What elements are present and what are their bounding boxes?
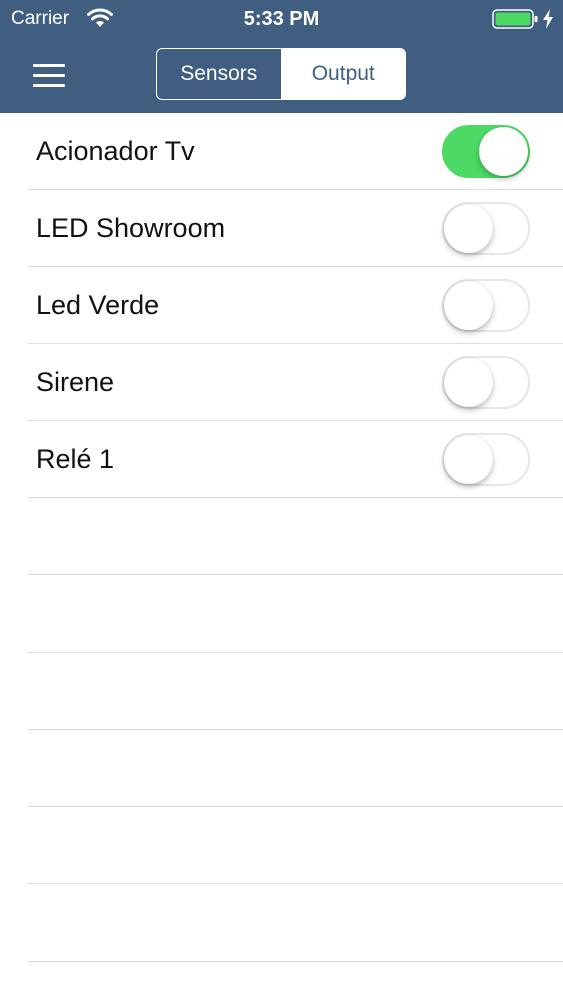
charging-bolt-icon — [543, 9, 553, 29]
output-label: Sirene — [36, 367, 115, 397]
sensors-output-segmented-control: Sensors Output — [156, 48, 406, 100]
output-label: Acionador Tv — [36, 136, 195, 166]
empty-list-row — [28, 730, 563, 808]
status-bar: Carrier 5:33 PM — [0, 0, 563, 38]
list-item: Acionador Tv — [28, 113, 563, 190]
empty-list-row — [28, 884, 563, 962]
toggle-knob — [479, 127, 528, 176]
empty-list-row — [28, 575, 563, 653]
output-toggle[interactable] — [442, 433, 530, 486]
outputs-list: Acionador Tv LED Showroom Led Verde Sire… — [0, 113, 563, 962]
clock: 5:33 PM — [243, 8, 320, 30]
list-item: Led Verde — [28, 267, 563, 344]
list-item: Relé 1 — [28, 421, 563, 498]
output-toggle[interactable] — [442, 279, 530, 332]
output-toggle[interactable] — [442, 125, 530, 178]
menu-button[interactable] — [30, 62, 68, 90]
toggle-knob — [444, 358, 493, 407]
tab-output[interactable]: Output — [281, 49, 405, 99]
empty-list-row — [28, 807, 563, 885]
output-toggle[interactable] — [442, 202, 530, 255]
output-label: LED Showroom — [36, 213, 226, 243]
toggle-knob — [444, 281, 493, 330]
battery-icon — [492, 9, 538, 29]
navigation-bar: Carrier 5:33 PM Sensors Output — [0, 0, 563, 113]
toggle-knob — [444, 204, 493, 253]
list-item: LED Showroom — [28, 190, 563, 267]
tab-sensors[interactable]: Sensors — [157, 49, 282, 99]
empty-list-row — [28, 653, 563, 730]
empty-list-row — [28, 498, 563, 576]
output-label: Relé 1 — [36, 444, 115, 474]
list-item: Sirene — [28, 344, 563, 421]
toggle-knob — [444, 435, 493, 484]
output-toggle[interactable] — [442, 356, 530, 409]
app-screen: Carrier 5:33 PM Sensors Output Acionador… — [0, 0, 563, 1000]
output-label: Led Verde — [36, 290, 160, 320]
